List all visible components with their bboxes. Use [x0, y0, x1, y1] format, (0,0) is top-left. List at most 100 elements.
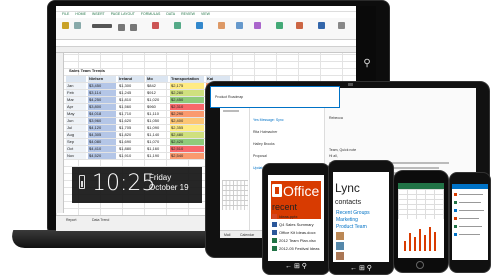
table-cell[interactable]: $2,280: [170, 90, 204, 96]
table-cell[interactable]: $1,560: [118, 104, 144, 110]
table-cell[interactable]: $2,540: [170, 153, 204, 159]
lync-group[interactable]: Marketing: [336, 217, 358, 223]
table-cell[interactable]: Jan: [66, 83, 86, 89]
table-header-cell[interactable]: Ireland: [118, 76, 144, 82]
table-cell[interactable]: $1,690: [118, 139, 144, 145]
table-cell[interactable]: Oct: [66, 146, 86, 152]
table-cell[interactable]: $1,190: [146, 153, 168, 159]
nav-calendar[interactable]: Calendar: [240, 233, 254, 237]
phone-nav-buttons[interactable]: ← ⊞ ⚲: [274, 262, 318, 270]
italic-icon[interactable]: [130, 24, 137, 31]
table-cell[interactable]: $2,510: [170, 146, 204, 152]
table-cell[interactable]: $2,450: [170, 97, 204, 103]
fill-color-icon[interactable]: [152, 22, 159, 29]
lync-group[interactable]: Product Team: [336, 224, 367, 230]
table-header-cell[interactable]: Nielsen: [88, 76, 116, 82]
table-cell[interactable]: $3,800: [88, 104, 116, 110]
table-cell[interactable]: $1,810: [118, 97, 144, 103]
mail-line[interactable]: [459, 234, 480, 235]
formula-bar[interactable]: [56, 40, 356, 47]
mini-calendar[interactable]: [222, 180, 248, 210]
search-icon[interactable]: ⚲: [360, 58, 374, 69]
cut-icon[interactable]: [74, 22, 81, 29]
table-cell[interactable]: $4,305: [88, 132, 116, 138]
table-cell[interactable]: May: [66, 111, 86, 117]
table-cell[interactable]: $3,114: [88, 90, 116, 96]
mail-line[interactable]: [459, 210, 484, 211]
table-header-cell[interactable]: [66, 76, 86, 82]
table-cell[interactable]: Sep: [66, 139, 86, 145]
recent-file[interactable]: 2012-05 Festival Ideas: [279, 246, 319, 251]
table-cell[interactable]: $2,400: [170, 118, 204, 124]
avatar[interactable]: [336, 252, 344, 260]
font-selector[interactable]: [92, 24, 112, 28]
bold-icon[interactable]: [118, 24, 125, 31]
message-item[interactable]: Rita Hutmacher: [253, 130, 277, 134]
table-cell[interactable]: $4,080: [88, 139, 116, 145]
sheet-tab[interactable]: Data Trend: [92, 218, 109, 222]
table-cell[interactable]: $2,310: [170, 104, 204, 110]
table-cell[interactable]: $1,110: [146, 111, 168, 117]
table-cell[interactable]: $4,410: [88, 146, 116, 152]
table-cell[interactable]: $1,820: [118, 132, 144, 138]
insert-icon[interactable]: [276, 22, 283, 29]
table-format-icon[interactable]: [236, 22, 243, 29]
table-cell[interactable]: Mar: [66, 97, 86, 103]
mail-line[interactable]: [459, 202, 481, 203]
table-cell[interactable]: $2,420: [170, 139, 204, 145]
table-cell[interactable]: $3,450: [88, 83, 116, 89]
table-cell[interactable]: $4,250: [88, 97, 116, 103]
table-cell[interactable]: $1,910: [118, 153, 144, 159]
table-cell[interactable]: $2,175: [170, 83, 204, 89]
avatar[interactable]: [336, 242, 344, 250]
table-cell[interactable]: $1,070: [146, 139, 168, 145]
table-cell[interactable]: $4,520: [88, 153, 116, 159]
table-cell[interactable]: Nov: [66, 153, 86, 159]
table-cell[interactable]: $4,018: [88, 111, 116, 117]
conditional-format-icon[interactable]: [218, 22, 225, 29]
align-icon[interactable]: [174, 22, 181, 29]
table-cell[interactable]: $1,020: [146, 97, 168, 103]
home-button[interactable]: [416, 261, 424, 269]
table-cell[interactable]: $1,705: [118, 125, 144, 131]
table-cell[interactable]: $960: [146, 104, 168, 110]
message-item[interactable]: Yes Message: Sync: [253, 118, 284, 122]
table-header-cell[interactable]: Transportation: [170, 76, 204, 82]
table-cell[interactable]: $1,620: [118, 118, 144, 124]
recent-file[interactable]: Office Kit Ideas.docx: [279, 230, 316, 235]
table-cell[interactable]: $1,710: [118, 111, 144, 117]
table-cell[interactable]: Feb: [66, 90, 86, 96]
recent-file[interactable]: 2012 Team Plan.xlsx: [279, 238, 316, 243]
lync-group[interactable]: Recent Groups: [336, 210, 370, 216]
table-cell[interactable]: $1,140: [146, 132, 168, 138]
cell-styles-icon[interactable]: [254, 22, 261, 29]
paste-icon[interactable]: [62, 22, 69, 29]
avatar[interactable]: [336, 232, 344, 240]
table-cell[interactable]: $4,120: [88, 125, 116, 131]
table-cell[interactable]: Jul: [66, 125, 86, 131]
outlook-popup[interactable]: Product Roadmap: [210, 86, 340, 108]
table-cell[interactable]: $1,245: [118, 90, 144, 96]
excel-mobile-grid[interactable]: [398, 189, 444, 219]
sheet-tab[interactable]: Report: [66, 218, 77, 222]
table-cell[interactable]: $842: [146, 83, 168, 89]
find-icon[interactable]: [338, 22, 345, 29]
phone-nav-buttons[interactable]: ← ⊞ ⚲: [338, 264, 384, 272]
table-cell[interactable]: $3,960: [88, 118, 116, 124]
table-cell[interactable]: $2,355: [170, 125, 204, 131]
table-cell[interactable]: $2,480: [170, 132, 204, 138]
table-cell[interactable]: $912: [146, 90, 168, 96]
table-cell[interactable]: $1,300: [118, 83, 144, 89]
recent-file[interactable]: Ideas.pptx: [279, 214, 297, 219]
mail-line[interactable]: [459, 218, 479, 219]
table-cell[interactable]: $2,290: [170, 111, 204, 117]
table-cell[interactable]: $1,050: [146, 118, 168, 124]
message-item[interactable]: Hailey Brooks: [253, 142, 275, 146]
number-format-icon[interactable]: [196, 22, 203, 29]
table-cell[interactable]: $1,160: [146, 146, 168, 152]
sort-icon[interactable]: [318, 22, 325, 29]
table-cell[interactable]: $1,880: [118, 146, 144, 152]
table-cell[interactable]: $1,090: [146, 125, 168, 131]
table-header-cell[interactable]: Mo: [146, 76, 168, 82]
mail-line[interactable]: [459, 226, 482, 227]
